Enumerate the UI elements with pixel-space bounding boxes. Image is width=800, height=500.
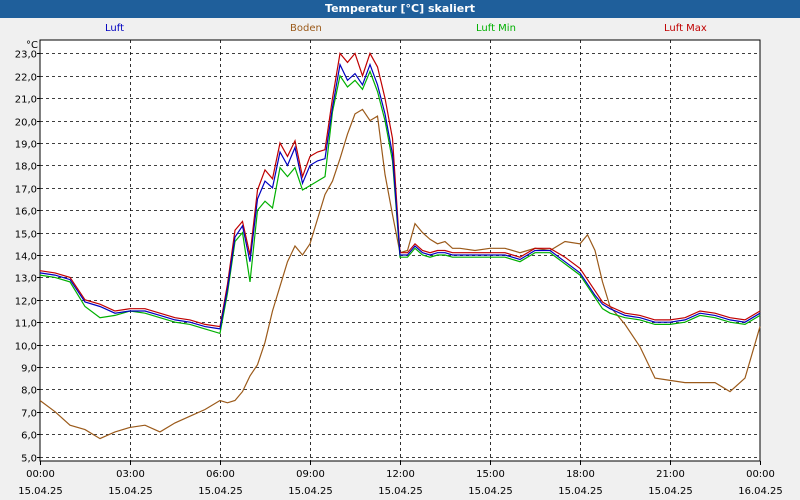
temperature-chart: 5,0 6,0 7,0 8,0 9,0 10,0 11,0 12,0 13,0 14,0 15,0 1… (15, 39, 783, 497)
x-tick-date: 15.04.25 (288, 486, 333, 497)
y-tick-label: 18,0 (15, 162, 37, 173)
x-tick-time: 12:00 (386, 469, 415, 480)
y-tick-label: 11,0 (15, 319, 37, 330)
y-tick-label: 10,0 (15, 342, 37, 353)
x-tick-time: 21:00 (656, 469, 685, 480)
x-tick-date: 15.04.25 (558, 486, 603, 497)
x-tick-time: 15:00 (476, 469, 505, 480)
y-tick-label: 19,0 (15, 140, 37, 151)
y-tick-label: 12,0 (15, 297, 37, 308)
y-tick-label: 22,0 (15, 73, 37, 84)
x-tick-time: 00:00 (746, 469, 775, 480)
y-tick-label: 15,0 (15, 230, 37, 241)
x-tick-time: 18:00 (566, 469, 595, 480)
x-tick-date: 15.04.25 (648, 486, 693, 497)
y-tick-label: 5,0 (21, 454, 37, 465)
x-tick-date: 15.04.25 (468, 486, 513, 497)
y-axis-unit: °C (26, 40, 38, 51)
x-tick-time: 06:00 (206, 469, 235, 480)
y-tick-label: 23,0 (15, 50, 37, 61)
y-tick-label: 7,0 (21, 409, 37, 420)
y-tick-label: 16,0 (15, 207, 37, 218)
y-tick-label: 21,0 (15, 95, 37, 106)
x-tick-date: 15.04.25 (18, 486, 63, 497)
y-tick-label: 17,0 (15, 185, 37, 196)
y-tick-label: 20,0 (15, 118, 37, 129)
y-tick-label: 8,0 (21, 386, 37, 397)
x-tick-date: 15.04.25 (108, 486, 153, 497)
x-tick-date: 15.04.25 (378, 486, 423, 497)
y-tick-label: 14,0 (15, 252, 37, 263)
y-tick-label: 6,0 (21, 431, 37, 442)
x-tick-time: 09:00 (296, 469, 325, 480)
x-tick-date: 15.04.25 (198, 486, 243, 497)
x-tick-time: 03:00 (116, 469, 145, 480)
y-tick-label: 9,0 (21, 364, 37, 375)
x-tick-time: 00:00 (26, 469, 55, 480)
x-tick-date: 16.04.25 (738, 486, 783, 497)
y-tick-label: 13,0 (15, 274, 37, 285)
